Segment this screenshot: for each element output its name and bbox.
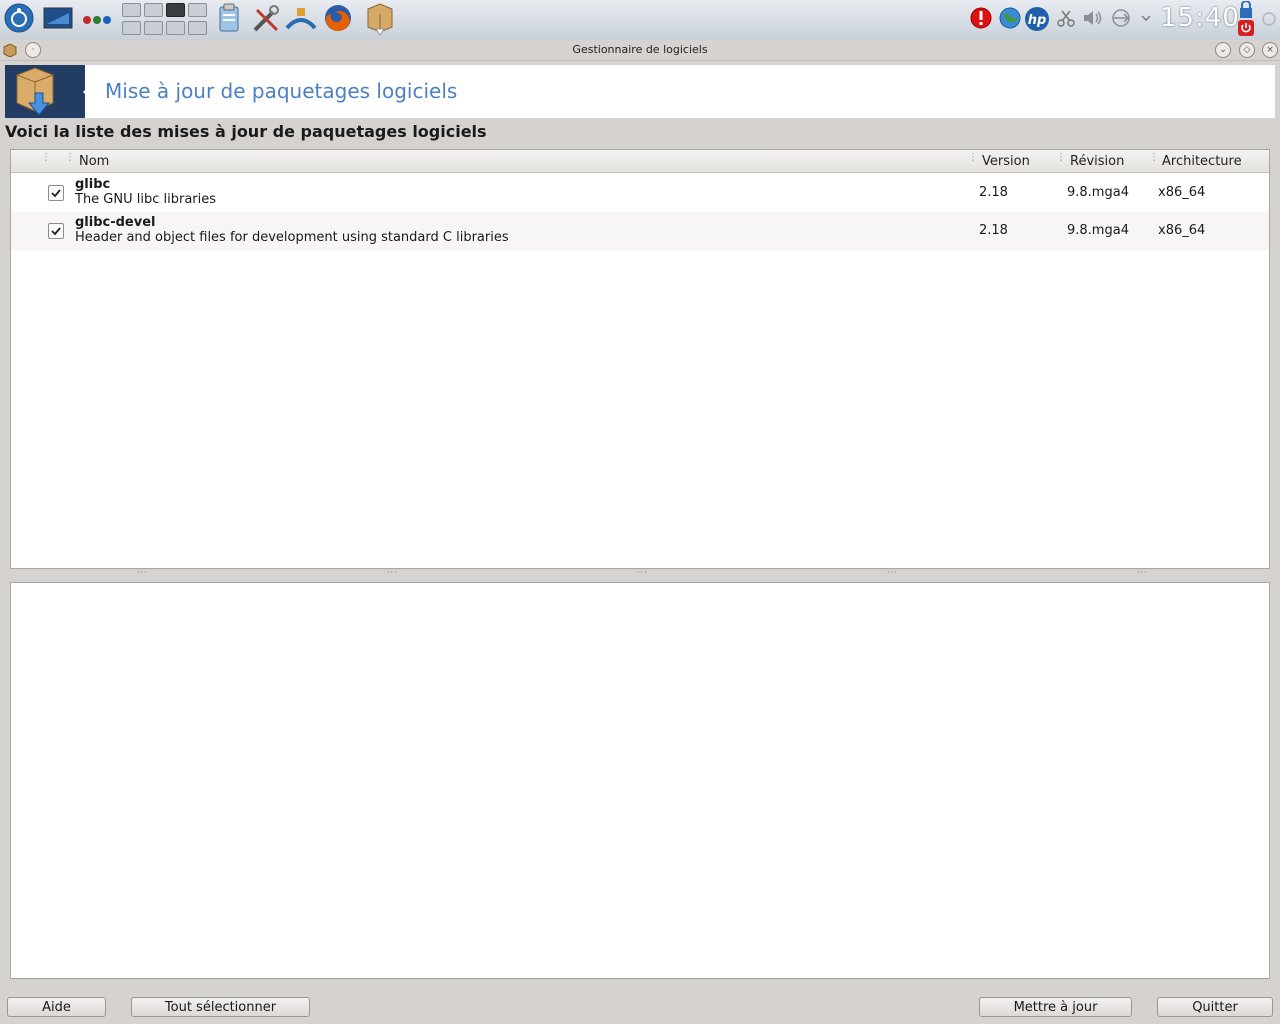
volume-icon[interactable] xyxy=(1082,8,1104,32)
column-resize-handle[interactable]: ⋮ xyxy=(65,153,75,167)
clock[interactable]: 15:40 xyxy=(1160,3,1240,33)
column-header-revision[interactable]: Révision xyxy=(1070,154,1124,169)
column-resize-handle[interactable]: ⋮ xyxy=(1265,153,1269,167)
alert-icon[interactable] xyxy=(970,7,992,33)
window-titlebar[interactable]: · Gestionnaire de logiciels ⌄ ◇ × xyxy=(0,40,1280,61)
panel-cashew-icon[interactable] xyxy=(1262,12,1276,30)
package-description: Header and object files for development … xyxy=(75,230,509,245)
package-version: 2.18 xyxy=(979,223,1008,238)
column-resize-handle[interactable]: ⋮ xyxy=(1056,153,1066,167)
package-version: 2.18 xyxy=(979,185,1008,200)
table-row[interactable]: glibc The GNU libc libraries 2.18 9.8.mg… xyxy=(11,174,1269,212)
network-center-icon[interactable] xyxy=(285,4,317,38)
select-all-button[interactable]: Tout sélectionner xyxy=(131,997,310,1017)
taskbar: hp 15:40 xyxy=(0,0,1280,41)
pager-desktop-4[interactable] xyxy=(188,3,207,17)
checkmark-icon xyxy=(51,189,61,198)
quit-button[interactable]: Quitter xyxy=(1157,997,1273,1017)
column-header-name[interactable]: Nom xyxy=(79,154,109,169)
pager-desktop-5[interactable] xyxy=(122,21,141,35)
column-resize-handle[interactable]: ⋮ xyxy=(41,153,51,167)
usb-device-icon[interactable] xyxy=(1110,8,1132,32)
package-revision: 9.8.mga4 xyxy=(1067,185,1129,200)
package-checkbox[interactable] xyxy=(48,185,64,201)
package-details-pane[interactable] xyxy=(10,582,1270,979)
power-icon[interactable] xyxy=(1238,20,1254,40)
column-resize-handle[interactable]: ⋮ xyxy=(1149,153,1159,167)
update-button[interactable]: Mettre à jour xyxy=(979,997,1132,1017)
pager-desktop-6[interactable] xyxy=(144,21,163,35)
software-update-icon[interactable] xyxy=(364,1,394,41)
package-checkbox[interactable] xyxy=(48,223,64,239)
package-name: glibc-devel xyxy=(75,215,156,230)
package-arch: x86_64 xyxy=(1158,223,1206,238)
close-button[interactable]: × xyxy=(1262,42,1278,58)
minimize-button[interactable]: ⌄ xyxy=(1215,42,1231,58)
tray-expand-icon[interactable] xyxy=(1140,12,1152,27)
hp-printer-icon[interactable]: hp xyxy=(1024,6,1050,36)
pager-desktop-7[interactable] xyxy=(166,21,185,35)
package-description: The GNU libc libraries xyxy=(75,192,217,207)
page-title: Mise à jour de paquetages logiciels xyxy=(105,79,458,103)
firefox-icon[interactable] xyxy=(323,3,353,37)
pager-desktop-8[interactable] xyxy=(188,21,207,35)
pager-desktop-2[interactable] xyxy=(144,3,163,17)
globe-icon[interactable] xyxy=(998,6,1022,34)
table-row[interactable]: glibc-devel Header and object files for … xyxy=(11,212,1269,250)
scissors-icon[interactable] xyxy=(1057,9,1075,31)
tools-icon[interactable] xyxy=(251,4,281,38)
package-name: glibc xyxy=(75,177,111,192)
mageia-menu-icon[interactable] xyxy=(4,3,34,37)
column-header-version[interactable]: Version xyxy=(982,154,1030,169)
page-subtitle: Voici la liste des mises à jour de paque… xyxy=(5,122,487,141)
package-revision: 9.8.mga4 xyxy=(1067,223,1129,238)
help-button[interactable]: Aide xyxy=(7,997,106,1017)
list-header: ⋮ ⋮ Nom ⋮ Version ⋮ Révision ⋮ Architect… xyxy=(11,150,1269,173)
package-arch: x86_64 xyxy=(1158,185,1206,200)
activities-icon[interactable] xyxy=(82,14,114,29)
banner-notch xyxy=(83,84,91,100)
package-list[interactable]: ⋮ ⋮ Nom ⋮ Version ⋮ Révision ⋮ Architect… xyxy=(10,149,1270,569)
pane-splitter[interactable]: ··· ··· ··· ··· ··· xyxy=(10,568,1268,580)
window-title: Gestionnaire de logiciels xyxy=(572,43,708,56)
package-update-icon xyxy=(5,65,85,118)
desktop-pager[interactable] xyxy=(122,3,208,37)
column-resize-handle[interactable]: ⋮ xyxy=(968,153,978,167)
checkmark-icon xyxy=(51,227,61,236)
header-banner: Mise à jour de paquetages logiciels xyxy=(5,65,1275,118)
maximize-button[interactable]: ◇ xyxy=(1239,42,1255,58)
clipboard-icon[interactable] xyxy=(218,3,240,37)
column-header-architecture[interactable]: Architecture xyxy=(1162,154,1242,169)
pager-desktop-1[interactable] xyxy=(122,3,141,17)
pager-desktop-3[interactable] xyxy=(166,3,185,17)
hp-label: hp xyxy=(1028,13,1047,28)
show-desktop-icon[interactable] xyxy=(43,7,73,35)
